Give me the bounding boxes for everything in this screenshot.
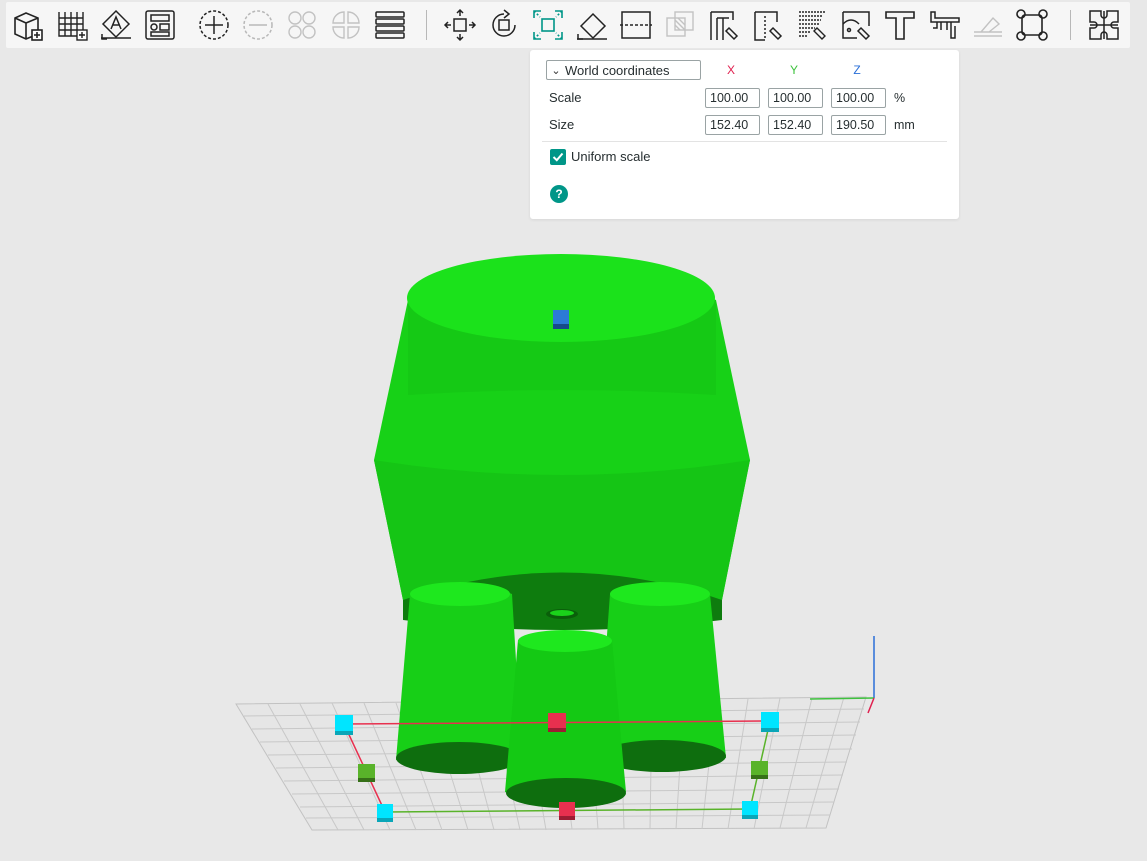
x-handle-front[interactable] — [559, 802, 575, 820]
caliper-icon — [930, 11, 960, 39]
scale-tool-button[interactable] — [530, 6, 566, 44]
toolbar-separator — [426, 10, 427, 40]
panel-divider — [542, 141, 947, 142]
uniform-scale-checkbox[interactable] — [550, 149, 566, 165]
move-tool-button[interactable] — [442, 6, 478, 44]
auto-orient-button[interactable] — [98, 6, 134, 44]
help-icon[interactable]: ? — [550, 185, 568, 203]
chevron-down-icon: ⌄ — [551, 64, 561, 77]
checkmark-icon — [552, 152, 564, 162]
color-paint-icon — [842, 11, 871, 41]
scale-row-label: Scale — [549, 90, 582, 105]
axis-z-header: Z — [853, 63, 861, 77]
corner-handle-front-right[interactable] — [742, 801, 758, 819]
scale-box-icon — [533, 10, 563, 40]
grid-plus-icon — [58, 12, 88, 41]
size-z-input[interactable] — [831, 115, 886, 135]
coordinate-system-dropdown[interactable]: ⌄ World coordinates — [546, 60, 701, 80]
support-painting-button[interactable] — [706, 6, 742, 44]
seam-paint-icon — [754, 11, 783, 41]
axis-y-header: Y — [789, 63, 798, 77]
brim-ears-button[interactable] — [1014, 6, 1050, 44]
size-unit: mm — [894, 118, 915, 132]
lay-on-face-icon — [577, 12, 607, 40]
rotate-tool-button[interactable] — [486, 6, 522, 44]
brim-ears-icon — [1016, 9, 1048, 41]
plus-circle-icon — [199, 10, 229, 40]
scale-unit: % — [894, 91, 906, 105]
assembly-view-button[interactable] — [1086, 6, 1122, 44]
fuzzy-skin-button[interactable] — [794, 6, 830, 44]
arrange-button[interactable] — [142, 6, 178, 44]
seam-painting-button[interactable] — [750, 6, 786, 44]
rotate-icon — [492, 9, 516, 37]
corner-handle-back-left[interactable] — [335, 715, 353, 735]
main-toolbar — [6, 2, 1130, 48]
split-to-parts-button[interactable] — [328, 6, 364, 44]
size-row-label: Size — [549, 117, 575, 132]
assembly-icon — [974, 16, 1002, 37]
split-to-objects-button[interactable] — [284, 6, 320, 44]
arrange-icon — [145, 10, 175, 40]
z-handle-top[interactable] — [553, 310, 569, 329]
size-y-input[interactable] — [768, 115, 823, 135]
layers-editing-button[interactable] — [372, 6, 408, 44]
add-plate-button[interactable] — [54, 6, 90, 44]
split-parts-icon — [332, 11, 360, 39]
layers-icon — [375, 11, 405, 39]
axis-x-header: X — [726, 63, 735, 77]
corner-handle-back-right[interactable] — [761, 712, 779, 732]
boolean-icon — [666, 11, 694, 37]
cut-tool-button[interactable] — [618, 6, 654, 44]
split-objects-icon — [288, 11, 316, 39]
lay-on-face-button[interactable] — [574, 6, 610, 44]
uniform-scale-label[interactable]: Uniform scale — [571, 149, 650, 164]
toolbar-separator — [1070, 10, 1071, 40]
y-handle-right[interactable] — [751, 761, 768, 779]
measure-tool-button[interactable] — [926, 6, 962, 44]
scale-z-input[interactable] — [831, 88, 886, 108]
color-painting-button[interactable] — [838, 6, 874, 44]
coordinate-system-value: World coordinates — [565, 62, 670, 78]
move-arrows-icon — [443, 8, 477, 42]
corner-handle-front-left[interactable] — [377, 804, 393, 822]
size-x-input[interactable] — [705, 115, 760, 135]
add-object-button[interactable] — [10, 6, 46, 44]
add-instance-button[interactable] — [196, 6, 232, 44]
y-handle-left[interactable] — [358, 764, 375, 782]
scale-panel: ⌄ World coordinates X Y Z Scale % Size m… — [530, 50, 959, 219]
scale-y-input[interactable] — [768, 88, 823, 108]
minus-circle-icon — [243, 10, 273, 40]
fuzzy-skin-icon — [799, 11, 826, 40]
x-handle-back[interactable] — [548, 713, 566, 732]
assembly-button[interactable] — [970, 6, 1006, 44]
text-t-icon — [885, 11, 915, 40]
support-paint-icon — [710, 11, 739, 41]
puzzle-icon — [1089, 10, 1119, 40]
text-tool-button[interactable] — [882, 6, 918, 44]
remove-instance-button[interactable] — [240, 6, 276, 44]
cube-plus-icon — [14, 12, 43, 41]
mesh-boolean-button[interactable] — [662, 6, 698, 44]
cut-icon — [620, 11, 652, 39]
scale-x-input[interactable] — [705, 88, 760, 108]
orient-a-icon — [101, 9, 131, 40]
